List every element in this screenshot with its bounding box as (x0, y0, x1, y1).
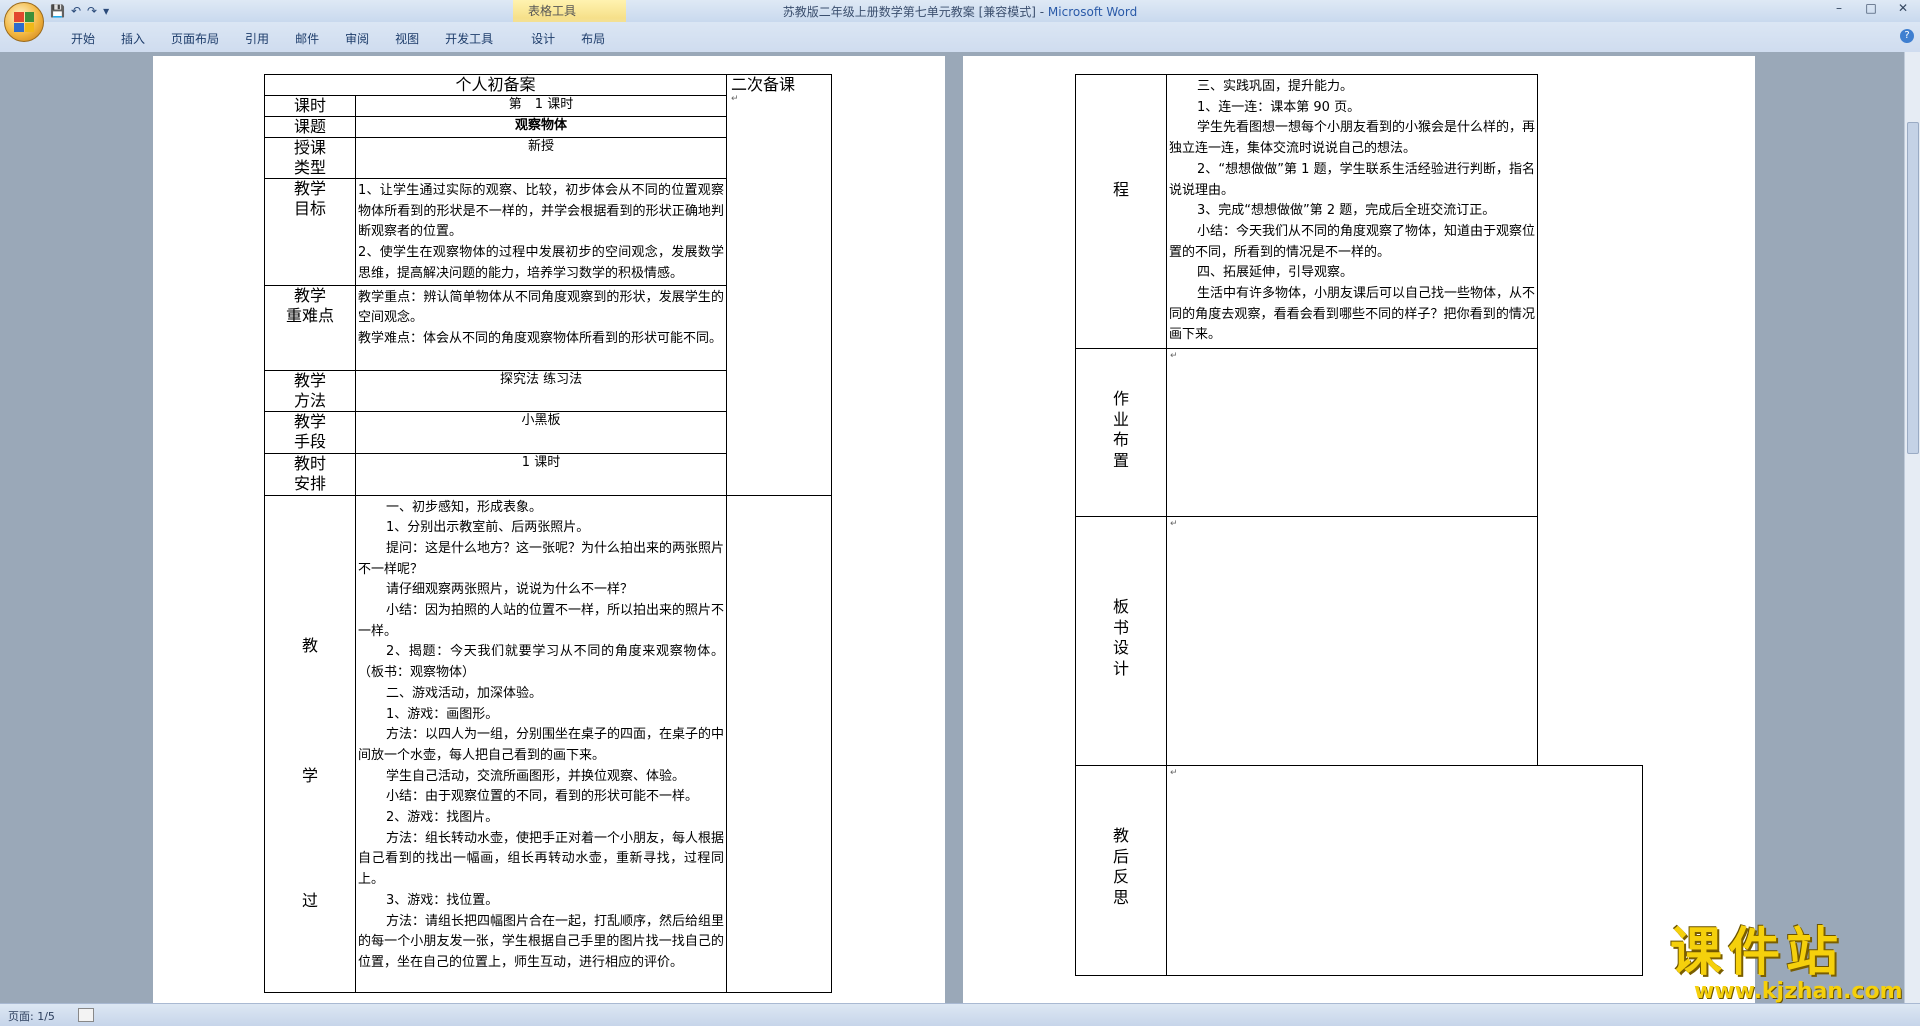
table-tools-label: 表格工具 (528, 4, 577, 18)
window-title: 苏教版二年级上册数学第七单元教案 [兼容模式] - Microsoft Word (782, 5, 1138, 19)
lesson-plan-table: 个人初备案 二次备课 ↵ 课时 第 1 课时 课题 观察物体 授课 类型 新授 教学… (263, 74, 833, 993)
process-text-continued[interactable]: 三、实践巩固，提升能力。 1、连一连：课本第 90 页。 学生先看图想一想每个小… (1166, 74, 1538, 349)
process-label: 教 学 过 (264, 494, 356, 993)
period-label: 课时 (264, 95, 356, 117)
process-label-char-3: 过 (301, 890, 318, 910)
tab-mailings[interactable]: 邮件 (282, 30, 332, 48)
process-text[interactable]: 一、初步感知，形成表象。 1、分别出示教室前、后两张照片。 提问：这是什么地方？… (354, 494, 728, 993)
header-personal-plan: 个人初备案 (263, 74, 728, 96)
board-cell[interactable]: ↵ (1166, 516, 1538, 766)
type-value[interactable]: 新授 (354, 137, 728, 179)
key-points-text[interactable]: 教学重点：辨认简单物体从不同角度观察到的形状，发展学生的空间观念。 教学难点：体… (354, 284, 728, 371)
cell-mark: ↵ (731, 94, 739, 104)
page-indicator[interactable]: 页面: 1/5 (8, 1008, 55, 1024)
period-value[interactable]: 第 1 课时 (354, 95, 728, 117)
board-label: 板书设计 (1075, 516, 1167, 766)
topic-label: 课题 (264, 116, 356, 138)
time-value[interactable]: 1 课时 (354, 452, 728, 496)
office-button[interactable] (4, 2, 44, 42)
reflection-cell[interactable]: ↵ (1166, 765, 1643, 976)
method-value[interactable]: 探究法 练习法 (354, 369, 728, 412)
window-controls: – □ ✕ (1830, 1, 1912, 15)
kjzhan-watermark: 课件站 www.kjzhan.com (1670, 923, 1910, 1004)
tab-home[interactable]: 开始 (58, 30, 108, 48)
process-label-char-4: 程 (1112, 180, 1129, 199)
reflection-label: 教后反思 (1075, 765, 1167, 976)
tab-insert[interactable]: 插入 (108, 30, 158, 48)
office-logo-icon (14, 12, 34, 32)
maximize-button[interactable]: □ (1862, 1, 1880, 15)
document-page-1: 个人初备案 二次备课 ↵ 课时 第 1 课时 课题 观察物体 授课 类型 新授 教学… (153, 56, 945, 1007)
vertical-scrollbar[interactable] (1904, 52, 1920, 1003)
time-label: 教时 安排 (264, 452, 356, 496)
proofing-icon[interactable] (78, 1008, 94, 1022)
tab-page-layout[interactable]: 页面布局 (158, 30, 232, 48)
tab-layout[interactable]: 布局 (568, 30, 618, 48)
homework-cell[interactable]: ↵ (1166, 348, 1538, 517)
cell-mark: ↵ (1170, 351, 1178, 361)
process-label-char-1: 教 (301, 635, 318, 655)
tab-design[interactable]: 设计 (518, 30, 568, 48)
ribbon: 开始 插入 页面布局 引用 邮件 审阅 视图 开发工具 设计 布局 ? (0, 22, 1920, 53)
topic-value[interactable]: 观察物体 (354, 116, 728, 138)
second-plan-blank-2 (1537, 348, 1643, 517)
close-button[interactable]: ✕ (1894, 1, 1912, 15)
ribbon-tabs: 开始 插入 页面布局 引用 邮件 审阅 视图 开发工具 设计 布局 (58, 30, 618, 48)
homework-label: 作业布置 (1075, 348, 1167, 517)
watermark-text: 课件站 (1670, 923, 1845, 983)
help-icon[interactable]: ? (1900, 29, 1914, 43)
document-page-2: 程 三、实践巩固，提升能力。 1、连一连：课本第 90 页。 学生先看图想一想每… (963, 56, 1755, 1007)
second-plan-blank-1 (1537, 74, 1643, 349)
second-plan-blank-3 (1537, 516, 1643, 766)
means-value[interactable]: 小黑板 (354, 410, 728, 454)
lesson-plan-table-continued: 程 三、实践巩固，提升能力。 1、连一连：课本第 90 页。 学生先看图想一想每… (1075, 74, 1643, 976)
cell-mark: ↵ (1170, 768, 1178, 778)
goal-text[interactable]: 1、让学生通过实际的观察、比较，初步体会从不同的位置观察物体所看到的形状是不一样… (354, 178, 728, 286)
tab-view[interactable]: 视图 (382, 30, 432, 48)
means-label: 教学 手段 (264, 410, 356, 454)
title-bar: 💾 ↶ ↷ ▾ 苏教版二年级上册数学第七单元教案 [兼容模式] - Micros… (0, 0, 1920, 22)
tab-review[interactable]: 审阅 (332, 30, 382, 48)
minimize-button[interactable]: – (1830, 1, 1848, 15)
tab-references[interactable]: 引用 (232, 30, 282, 48)
goal-label: 教学 目标 (264, 178, 356, 286)
tab-developer[interactable]: 开发工具 (432, 30, 506, 48)
watermark-url: www.kjzhan.com (1694, 979, 1903, 1004)
second-plan-body[interactable] (726, 494, 833, 993)
key-points-label: 教学 重难点 (264, 284, 356, 371)
scrollbar-thumb[interactable] (1907, 122, 1919, 454)
header-second-plan: 二次备课 (731, 75, 796, 94)
process-label-end: 程 (1075, 74, 1167, 349)
process-label-char-2: 学 (301, 765, 318, 785)
type-label: 授课 类型 (264, 137, 356, 179)
second-plan-column[interactable]: 二次备课 ↵ (726, 74, 833, 496)
method-label: 教学 方法 (264, 369, 356, 412)
status-bar: 页面: 1/5 (0, 1003, 1920, 1026)
cell-mark: ↵ (1170, 519, 1178, 529)
